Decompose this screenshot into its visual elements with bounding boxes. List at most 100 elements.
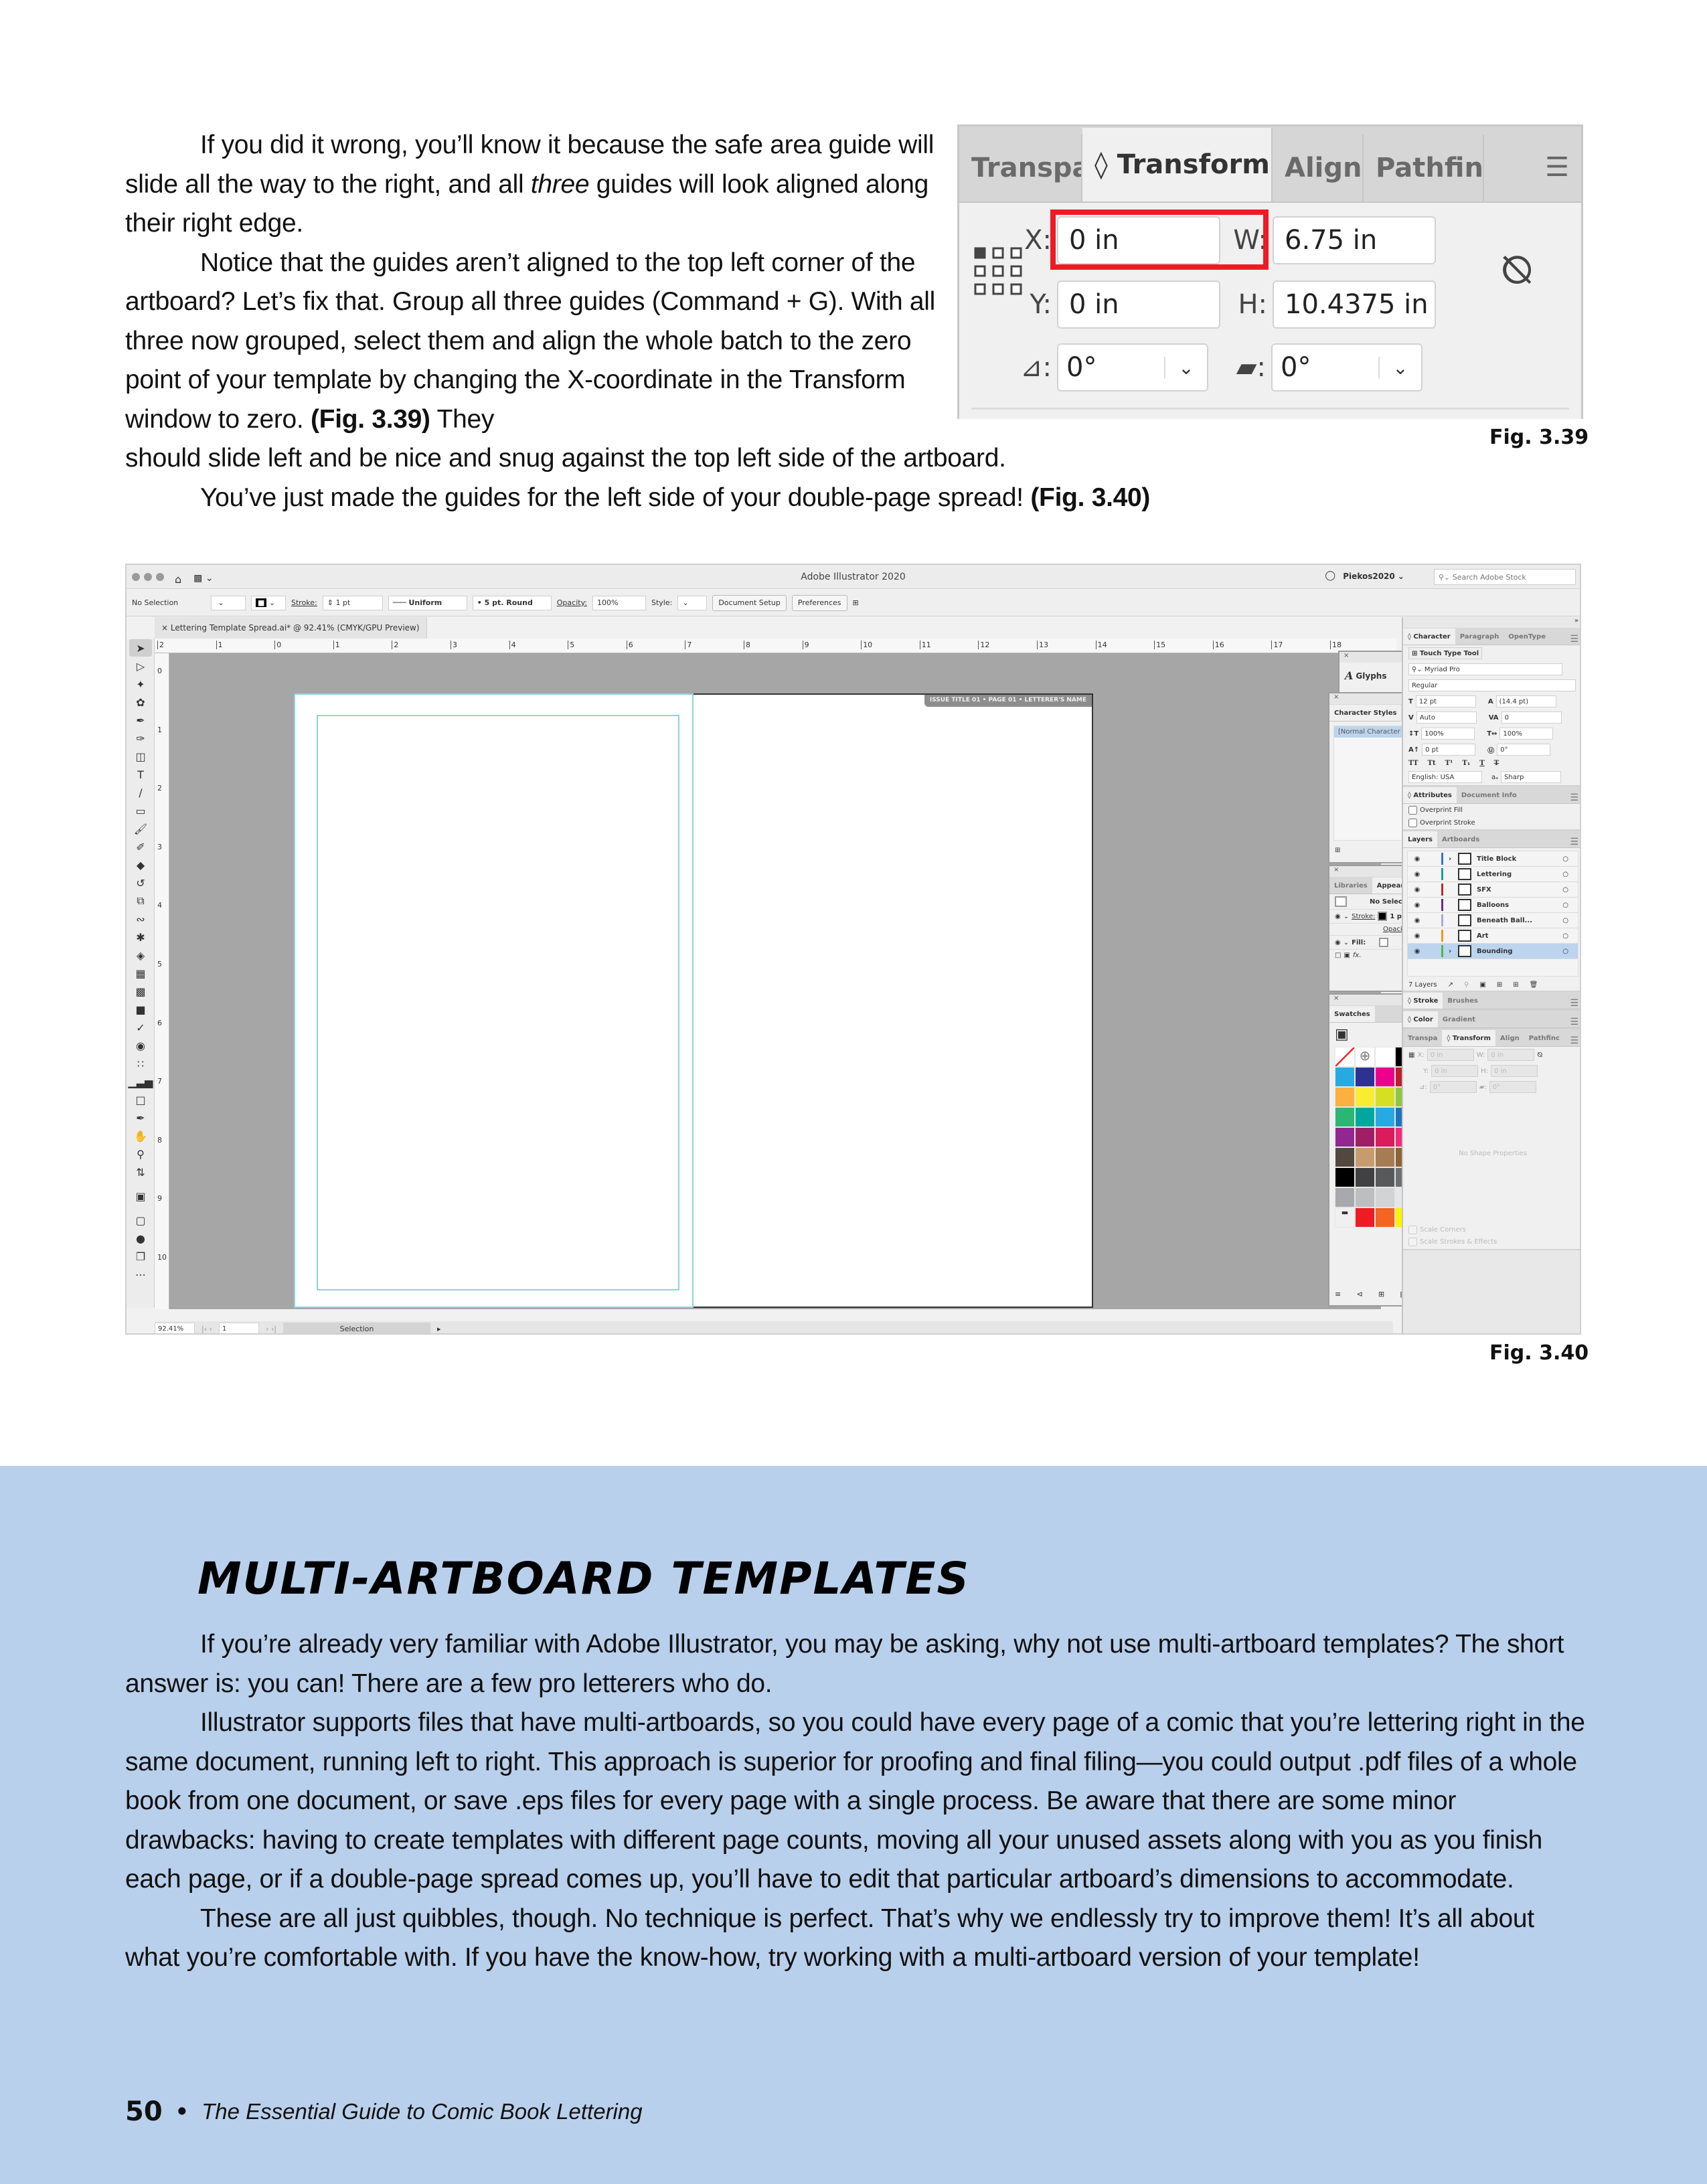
- tab-pathfinder[interactable]: Pathfinc: [1524, 1030, 1564, 1046]
- vertical-scale-input[interactable]: 100%: [1421, 728, 1475, 740]
- tab-attributes[interactable]: ◊ Attributes: [1403, 787, 1457, 803]
- color-swatch[interactable]: [1355, 1067, 1375, 1087]
- new-sublayer-icon[interactable]: ⊞: [1497, 981, 1502, 989]
- expand-chevron-icon[interactable]: ›: [1449, 855, 1458, 863]
- tab-transparency[interactable]: Transpa: [959, 135, 1082, 201]
- shaper-tool-icon[interactable]: ✐: [129, 838, 152, 855]
- touch-type-tool-button[interactable]: ⊞ Touch Type Tool: [1408, 647, 1483, 659]
- color-swatch[interactable]: [1335, 1147, 1355, 1167]
- layer-name[interactable]: Title Block: [1477, 855, 1516, 863]
- zoom-tool-icon[interactable]: ⚲: [129, 1145, 152, 1163]
- tab-align[interactable]: Align: [1273, 135, 1364, 201]
- shape-builder-tool-icon[interactable]: ◈: [129, 946, 152, 964]
- selection-tool-icon[interactable]: ➤: [129, 639, 152, 657]
- new-layer-icon[interactable]: ⊞: [1513, 981, 1518, 989]
- horizontal-scale-input[interactable]: 100%: [1499, 728, 1554, 740]
- kerning-input[interactable]: Auto: [1416, 711, 1477, 724]
- screen-mode-icon[interactable]: ❐: [129, 1248, 152, 1265]
- constrain-proportions-icon[interactable]: ⦰: [1501, 247, 1533, 293]
- shear-select[interactable]: 0°: [1489, 1081, 1536, 1093]
- color-swatch[interactable]: [1355, 1207, 1375, 1228]
- add-fill-icon[interactable]: ▣: [1344, 952, 1350, 959]
- artboard-right-page[interactable]: ISSUE TITLE 01 • PAGE 01 • LETTERER'S NA…: [694, 693, 1093, 1308]
- stroke-attribute[interactable]: Stroke:: [1352, 913, 1375, 920]
- font-size-input[interactable]: 12 pt: [1415, 695, 1476, 707]
- draw-mode-icon[interactable]: ●: [129, 1230, 152, 1247]
- panel-menu-icon[interactable]: ☰: [1570, 1017, 1580, 1027]
- panel-menu-icon[interactable]: ☰: [1545, 152, 1569, 183]
- scale-corners-checkbox[interactable]: [1408, 1226, 1417, 1234]
- panel-menu-icon[interactable]: ☰: [1570, 792, 1580, 803]
- shear-select[interactable]: 0° ⌄: [1271, 343, 1422, 392]
- none-swatch[interactable]: [1335, 1047, 1355, 1067]
- eye-icon[interactable]: ◉: [1335, 913, 1341, 920]
- rectangle-tool-icon[interactable]: ▭: [129, 802, 152, 819]
- font-family-select[interactable]: ⚲⌄ Myriad Pro: [1408, 663, 1562, 675]
- tab-gradient[interactable]: Gradient: [1438, 1011, 1480, 1027]
- h-input[interactable]: 10.4375 in: [1273, 280, 1436, 329]
- canvas[interactable]: ISSUE TITLE 01 • PAGE 01 • LETTERER'S NA…: [169, 653, 1381, 1309]
- color-swatch[interactable]: [1375, 1167, 1395, 1187]
- w-input[interactable]: 6.75 in: [1273, 216, 1436, 264]
- layer-row[interactable]: ◉ SFX ○: [1408, 882, 1578, 898]
- font-style-select[interactable]: Regular: [1408, 679, 1576, 691]
- color-swatch[interactable]: [1375, 1087, 1395, 1107]
- collect-export-icon[interactable]: ↗: [1448, 981, 1453, 989]
- color-swatch[interactable]: [1335, 1087, 1355, 1107]
- layer-row[interactable]: ◉ Lettering ○: [1408, 867, 1578, 882]
- layer-row[interactable]: ◉ Balloons ○: [1408, 898, 1578, 913]
- stroke-swatch[interactable]: [1378, 912, 1388, 921]
- line-tool-icon[interactable]: ∕: [129, 784, 152, 801]
- tab-pathfinder[interactable]: Pathfinc: [1364, 135, 1484, 201]
- column-graph-tool-icon[interactable]: ▁▃▅: [129, 1073, 153, 1090]
- chevron-down-icon[interactable]: ⌄: [1378, 356, 1421, 379]
- w-input[interactable]: 0 in: [1487, 1049, 1535, 1061]
- stroke-label[interactable]: Stroke:: [291, 598, 317, 607]
- rotate-select[interactable]: 0° ⌄: [1057, 343, 1208, 392]
- brush-definition[interactable]: • 5 pt. Round: [472, 595, 552, 610]
- artboard-left-page[interactable]: [294, 693, 694, 1308]
- all-caps-icon[interactable]: TT: [1408, 760, 1418, 767]
- hand-tool-icon[interactable]: ✋: [129, 1127, 152, 1145]
- tab-align[interactable]: Align: [1495, 1030, 1524, 1046]
- share-icon[interactable]: ⊲: [1356, 1290, 1362, 1298]
- eyedropper-tool-icon[interactable]: ✓: [129, 1019, 152, 1036]
- gradient-tool-icon[interactable]: ■: [129, 1001, 152, 1018]
- color-mode-icon[interactable]: ▢: [129, 1211, 152, 1229]
- tab-transform[interactable]: ◊ Transform: [1442, 1030, 1495, 1046]
- panel-menu-icon[interactable]: ☰: [1570, 634, 1580, 645]
- strikethrough-icon[interactable]: T: [1494, 760, 1499, 767]
- color-swatch[interactable]: [1375, 1187, 1395, 1207]
- tab-color[interactable]: ◊ Color: [1403, 1011, 1438, 1027]
- subscript-icon[interactable]: T₁: [1462, 760, 1470, 767]
- registration-swatch[interactable]: ⊕: [1355, 1047, 1375, 1067]
- workspace-switcher[interactable]: Piekos2020 ⌄: [1343, 572, 1404, 581]
- tab-opentype[interactable]: OpenType: [1503, 628, 1550, 645]
- warp-tool-icon[interactable]: ∾: [129, 910, 152, 928]
- overprint-fill-checkbox[interactable]: [1408, 806, 1417, 815]
- color-swatch[interactable]: [1375, 1067, 1395, 1087]
- locate-object-icon[interactable]: ⚲: [1464, 981, 1469, 989]
- tab-libraries[interactable]: Libraries: [1329, 877, 1372, 894]
- fx-icon[interactable]: fx.: [1353, 952, 1362, 959]
- document-setup-button[interactable]: Document Setup: [712, 594, 787, 611]
- character-rotation-input[interactable]: 0°: [1497, 744, 1551, 756]
- eye-icon[interactable]: ◉: [1408, 902, 1427, 909]
- artboard-tool-icon[interactable]: □: [129, 1091, 152, 1108]
- eye-icon[interactable]: ◉: [1408, 855, 1427, 863]
- fill-select[interactable]: ⌄: [211, 595, 246, 610]
- x-input[interactable]: 0 in: [1427, 1049, 1474, 1061]
- preferences-button[interactable]: Preferences: [791, 594, 847, 611]
- color-swatch[interactable]: [1355, 1167, 1375, 1187]
- status-arrow-icon[interactable]: ▸: [437, 1325, 441, 1333]
- overprint-stroke-checkbox[interactable]: [1408, 819, 1417, 827]
- color-swatch[interactable]: [1335, 1167, 1355, 1187]
- touch-type-tool-icon[interactable]: ◫: [129, 748, 152, 765]
- tab-paragraph[interactable]: Paragraph: [1455, 628, 1504, 645]
- small-caps-icon[interactable]: Tt: [1428, 760, 1436, 767]
- h-input[interactable]: 0 in: [1491, 1065, 1538, 1077]
- layer-row[interactable]: ◉ Art ○: [1408, 928, 1578, 944]
- clipping-mask-icon[interactable]: ▣: [1479, 981, 1485, 989]
- target-icon[interactable]: ○: [1562, 902, 1568, 909]
- layer-name[interactable]: Beneath Ball...: [1477, 917, 1532, 924]
